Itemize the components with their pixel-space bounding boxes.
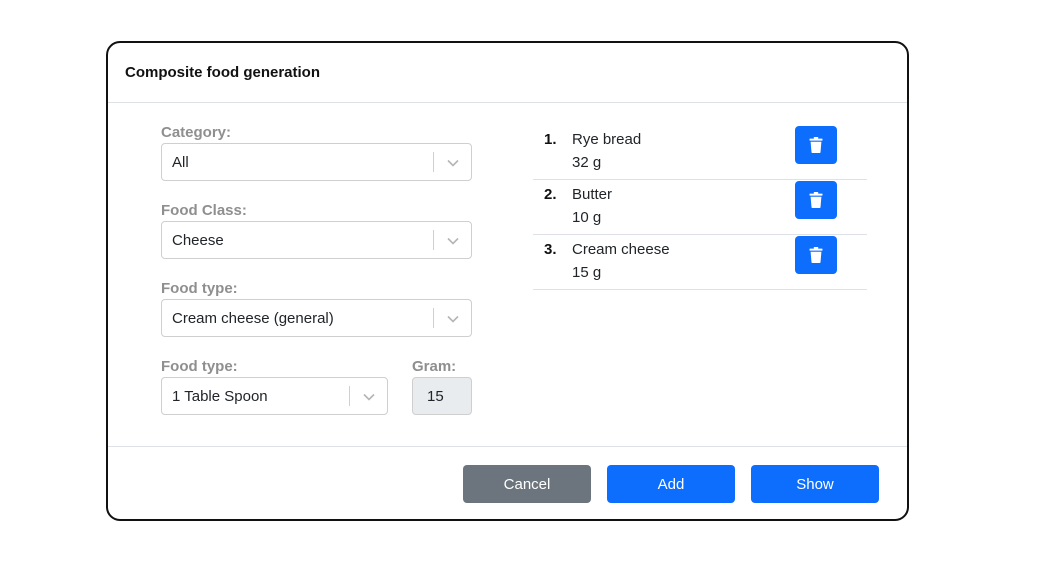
item-name: Butter bbox=[572, 186, 613, 203]
modal-header: Composite food generation bbox=[108, 43, 907, 103]
trash-icon bbox=[809, 137, 823, 153]
portion-value: 1 Table Spoon bbox=[172, 387, 268, 405]
item-number: 1. bbox=[544, 131, 557, 148]
food-class-field: Food Class: Cheese bbox=[161, 202, 472, 259]
category-select[interactable]: All bbox=[161, 143, 472, 181]
trash-icon bbox=[809, 192, 823, 208]
portion-label: Food type: bbox=[161, 358, 238, 375]
show-button[interactable]: Show bbox=[751, 465, 879, 503]
list-item: 3. Cream cheese 15 g bbox=[533, 235, 867, 290]
food-type-select[interactable]: Cream cheese (general) bbox=[161, 299, 472, 337]
item-number: 3. bbox=[544, 241, 557, 258]
item-gram: 10 g bbox=[572, 209, 602, 226]
portion-select[interactable]: 1 Table Spoon bbox=[161, 377, 388, 415]
list-item: 2. Butter 10 g bbox=[533, 180, 867, 235]
select-separator bbox=[433, 308, 434, 328]
item-name: Rye bread bbox=[572, 131, 642, 148]
chevron-down-icon bbox=[447, 315, 459, 323]
modal-body: Category: All Food Class: Cheese Food ty… bbox=[108, 103, 907, 447]
modal-title: Composite food generation bbox=[125, 64, 320, 81]
category-value: All bbox=[172, 153, 189, 171]
gram-input[interactable]: 15 bbox=[412, 377, 472, 415]
food-type-label: Food type: bbox=[161, 280, 238, 297]
add-button[interactable]: Add bbox=[607, 465, 735, 503]
ingredient-list: 1. Rye bread 32 g 2. Butter 10 g 3. Crea… bbox=[533, 125, 867, 290]
gram-label: Gram: bbox=[412, 358, 457, 375]
select-separator bbox=[433, 230, 434, 250]
trash-icon bbox=[809, 247, 823, 263]
delete-item-button[interactable] bbox=[795, 126, 837, 164]
cancel-button[interactable]: Cancel bbox=[463, 465, 591, 503]
food-class-select[interactable]: Cheese bbox=[161, 221, 472, 259]
chevron-down-icon bbox=[363, 393, 375, 401]
composite-food-modal: Composite food generation Category: All … bbox=[106, 41, 909, 521]
item-gram: 15 g bbox=[572, 264, 602, 281]
item-gram: 32 g bbox=[572, 154, 602, 171]
item-name: Cream cheese bbox=[572, 241, 670, 258]
select-separator bbox=[433, 152, 434, 172]
food-class-value: Cheese bbox=[172, 231, 224, 249]
chevron-down-icon bbox=[447, 237, 459, 245]
modal-footer: Cancel Add Show bbox=[108, 447, 907, 519]
food-class-label: Food Class: bbox=[161, 202, 247, 219]
category-field: Category: All bbox=[161, 124, 472, 181]
category-label: Category: bbox=[161, 124, 232, 141]
chevron-down-icon bbox=[447, 159, 459, 167]
portion-field: Food type: 1 Table Spoon bbox=[161, 358, 388, 415]
delete-item-button[interactable] bbox=[795, 181, 837, 219]
select-separator bbox=[349, 386, 350, 406]
food-type-field: Food type: Cream cheese (general) bbox=[161, 280, 472, 337]
gram-field: Gram: 15 bbox=[412, 358, 472, 415]
food-type-value: Cream cheese (general) bbox=[172, 309, 334, 327]
delete-item-button[interactable] bbox=[795, 236, 837, 274]
list-item: 1. Rye bread 32 g bbox=[533, 125, 867, 180]
item-number: 2. bbox=[544, 186, 557, 203]
